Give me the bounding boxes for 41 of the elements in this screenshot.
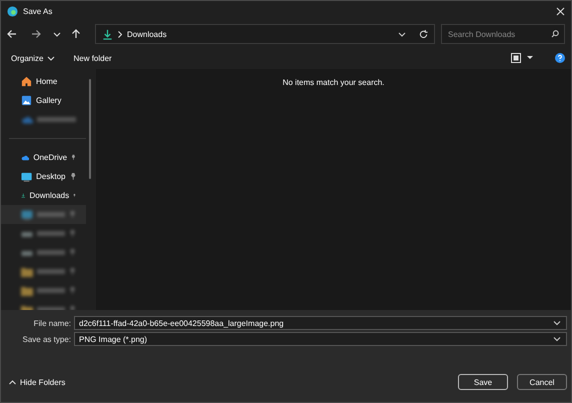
chevron-down-icon bbox=[553, 336, 561, 342]
view-icon[interactable] bbox=[511, 53, 521, 63]
hide-folders-button[interactable]: Hide Folders bbox=[9, 378, 66, 386]
file-type-dropdown[interactable]: PNG Image (*.png) bbox=[74, 332, 567, 346]
close-icon[interactable] bbox=[556, 6, 565, 16]
home-icon bbox=[21, 76, 32, 87]
search-field[interactable]: Search Downloads bbox=[441, 24, 565, 44]
search-icon bbox=[551, 30, 559, 38]
up-arrow-icon[interactable] bbox=[71, 29, 81, 39]
forward-arrow-icon[interactable] bbox=[31, 29, 41, 39]
chevron-right-icon bbox=[118, 30, 122, 38]
cancel-button[interactable]: Cancel bbox=[517, 374, 567, 390]
sidebar-item[interactable]: OneDrive bbox=[1, 148, 86, 167]
caret-icon bbox=[47, 56, 56, 60]
organize-button[interactable]: Organize bbox=[11, 54, 56, 62]
file-name-field[interactable]: d2c6f111-ffad-42a0-b65e-ee00425598aa_largeImage.png bbox=[74, 316, 567, 330]
chevron-up-icon bbox=[9, 380, 16, 384]
scrollbar[interactable] bbox=[89, 79, 91, 179]
app-icon bbox=[7, 6, 18, 16]
sidebar-item[interactable]: Gallery bbox=[1, 91, 86, 110]
chevron-down-icon bbox=[553, 320, 561, 326]
sidebar-item[interactable]: Desktop bbox=[1, 167, 86, 186]
sidebar-item[interactable]: Home bbox=[1, 72, 86, 91]
new-folder-button[interactable]: New folder bbox=[73, 54, 112, 62]
picture-icon bbox=[21, 95, 32, 106]
download-icon bbox=[102, 28, 113, 40]
sidebar-item[interactable]: Downloads bbox=[1, 186, 86, 205]
chevron-down-icon[interactable] bbox=[53, 32, 61, 36]
refresh-icon[interactable] bbox=[419, 30, 428, 38]
field-label: Save as type: bbox=[22, 334, 71, 344]
address-bar[interactable]: Downloads bbox=[95, 24, 435, 44]
caret-icon[interactable] bbox=[527, 56, 533, 60]
window-title: Save As bbox=[23, 6, 54, 16]
chevron-down-icon bbox=[398, 32, 406, 36]
back-arrow-icon[interactable] bbox=[7, 29, 17, 39]
help-icon[interactable] bbox=[555, 53, 565, 63]
empty-message: No items match your search. bbox=[282, 78, 384, 89]
field-label: File name: bbox=[32, 318, 71, 328]
save-button[interactable]: Save bbox=[458, 374, 508, 390]
address-location: Downloads bbox=[127, 30, 168, 38]
blurred-sidebar-item[interactable] bbox=[1, 205, 86, 224]
